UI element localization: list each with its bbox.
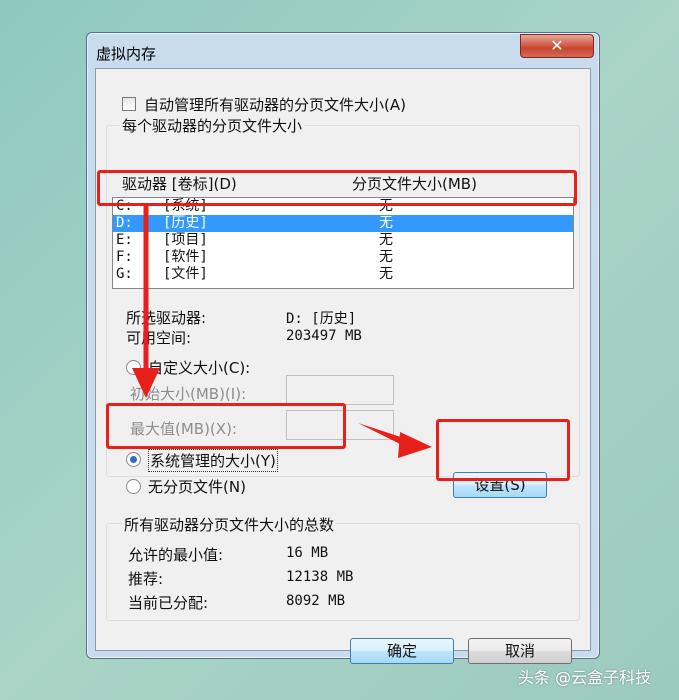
arrow-down-icon (132, 204, 160, 398)
arrow-right-icon (358, 423, 432, 458)
watermark: 头条 @云盒子科技 (518, 668, 652, 687)
annotation-arrows (132, 204, 432, 458)
